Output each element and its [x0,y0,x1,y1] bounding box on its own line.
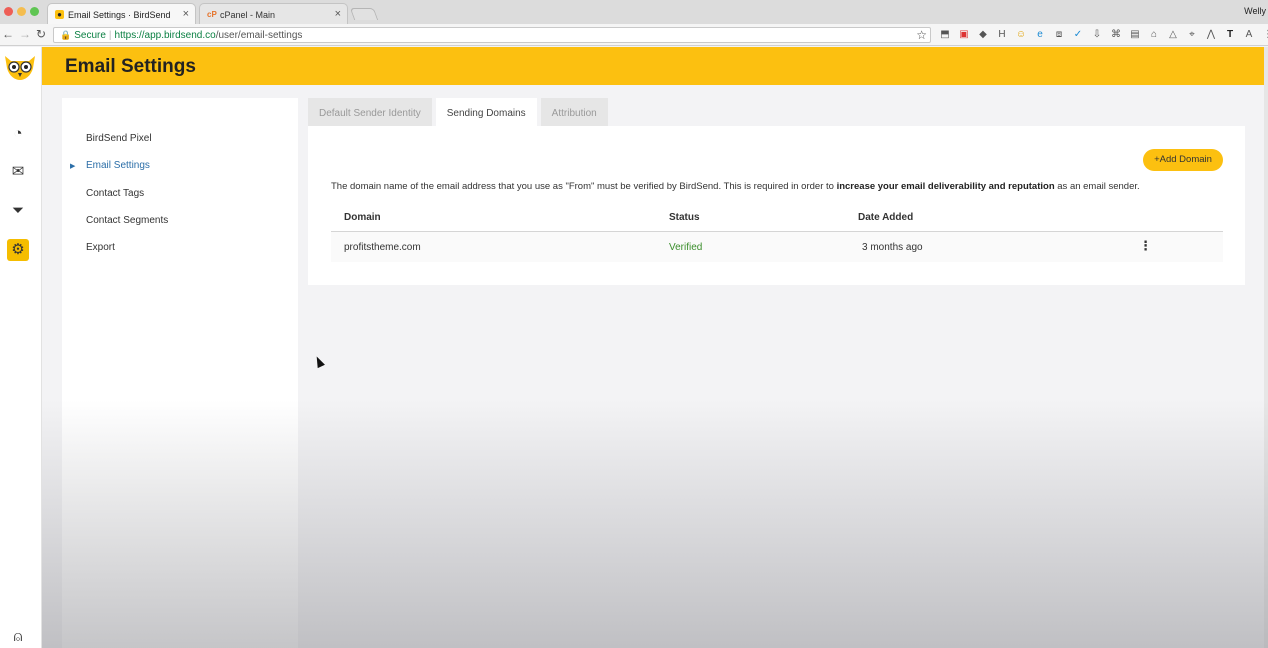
minimize-window-button[interactable] [17,7,26,16]
forward-arrow-icon[interactable]: → [19,27,31,41]
browser-tab-email-settings[interactable]: ● Email Settings · BirdSend × [47,3,196,24]
extension-icon[interactable]: ⬒ [938,28,952,41]
dashboard-gauge-icon[interactable]: ◔ [7,123,29,145]
bookmark-star-icon[interactable]: ☆ [916,28,927,42]
gift-icon[interactable]: ⍝ [7,626,29,648]
tab-attribution[interactable]: Attribution [540,98,608,126]
extension-icon[interactable]: ⌖ [1185,28,1199,41]
subnav-item-export[interactable]: Export [86,242,115,253]
cpanel-favicon-icon: cP [207,10,217,19]
row-more-options-icon[interactable]: ⋮ [1139,238,1152,254]
extension-icon[interactable]: ✓ [1071,28,1085,41]
birdsend-logo-icon[interactable] [3,52,37,82]
close-window-button[interactable] [4,7,13,16]
page-header: Email Settings [42,47,1264,85]
extension-icon[interactable]: A [1242,28,1256,41]
page-scrollbar[interactable] [1264,47,1268,648]
new-tab-button[interactable] [349,8,379,20]
add-domain-button[interactable]: +Add Domain [1143,149,1223,171]
tab-title: Email Settings · BirdSend [68,10,171,20]
extension-icon[interactable]: ▤ [1128,28,1142,41]
mail-envelope-icon[interactable]: ✉ [7,161,29,183]
lock-icon: 🔒 [60,30,72,40]
description-emphasis: increase your email deliverability and r… [836,181,1055,192]
date-added-cell: 3 months ago [862,242,923,253]
url-host: https://app.birdsend.co [114,30,216,41]
address-separator: | [108,30,112,41]
browser-menu-icon[interactable]: ⋮ [1261,28,1268,41]
tab-default-sender-identity[interactable]: Default Sender Identity [308,98,432,126]
extension-icon[interactable]: H [995,28,1009,41]
mouse-cursor-icon [313,354,325,369]
extension-icon[interactable]: ☺ [1014,28,1028,41]
url-path: /user/email-settings [215,30,303,41]
left-icon-rail: ◔ ✉ ⏷ ⚙ ⍝ [0,47,42,648]
description-text: The domain name of the email address tha… [331,181,834,192]
table-row: profitstheme.com Verified 3 months ago ⋮ [331,232,1223,262]
secure-label: Secure [74,30,106,41]
subnav-item-contact-tags[interactable]: Contact Tags [86,188,144,199]
column-header-date-added: Date Added [858,212,914,223]
description-text-end: as an email sender. [1057,181,1140,192]
reload-icon[interactable]: ↻ [36,27,46,41]
browser-tabstrip: ● Email Settings · BirdSend × cP cPanel … [0,0,1268,24]
browser-profile-name[interactable]: Welly [1244,6,1266,16]
extension-icons: ⬒ ▣ ◆ H ☺ e ⧈ ✓ ⇩ ⌘ ▤ ⌂ △ ⌖ ⋀ T A ⋮ [938,28,1268,41]
extension-icon[interactable]: e [1033,28,1047,41]
back-arrow-icon[interactable]: ← [2,27,14,41]
extension-icon[interactable]: △ [1166,28,1180,41]
tab-sending-domains[interactable]: Sending Domains [435,98,537,126]
browser-tab-cpanel[interactable]: cP cPanel - Main × [199,3,348,24]
subnav-item-birdsend-pixel[interactable]: BirdSend Pixel [86,133,152,144]
sending-domains-panel: +Add Domain The domain name of the email… [308,126,1245,285]
settings-subnav: ▶ BirdSend Pixel Email Settings Contact … [62,98,298,648]
extension-icon[interactable]: ⋀ [1204,28,1218,41]
funnel-filter-icon[interactable]: ⏷ [7,200,29,222]
extension-icon[interactable]: ⇩ [1090,28,1104,41]
tab-title: cPanel - Main [220,10,276,20]
add-domain-label: Add Domain [1159,154,1212,165]
extension-icon[interactable]: ⧈ [1052,28,1066,41]
page-title: Email Settings [65,56,196,77]
close-tab-icon[interactable]: × [335,8,341,20]
maximize-window-button[interactable] [30,7,39,16]
extension-icon[interactable]: T [1223,28,1237,41]
domains-table-header: Domain Status Date Added [331,205,1223,232]
close-tab-icon[interactable]: × [183,8,189,20]
extension-icon[interactable]: ⌘ [1109,28,1123,41]
settings-tabs: Default Sender Identity Sending Domains … [308,98,608,126]
extension-icon[interactable]: ▣ [957,28,971,41]
address-bar[interactable]: 🔒 Secure | https://app.birdsend.co/user/ema… [53,27,931,43]
active-indicator-icon: ▶ [70,163,76,170]
settings-gear-icon[interactable]: ⚙ [7,239,29,261]
browser-toolbar: ← → ↻ 🔒 Secure | https://app.birdsend.co/us… [0,24,1268,46]
domains-description: The domain name of the email address tha… [331,181,1211,192]
extension-icon[interactable]: ◆ [976,28,990,41]
status-badge: Verified [669,242,703,253]
subnav-item-email-settings[interactable]: Email Settings [86,160,150,171]
extension-icon[interactable]: ⌂ [1147,28,1161,41]
column-header-domain: Domain [344,212,381,223]
subnav-item-contact-segments[interactable]: Contact Segments [86,215,168,226]
birdsend-favicon-icon: ● [55,10,64,19]
column-header-status: Status [669,212,700,223]
domain-cell: profitstheme.com [344,242,421,253]
